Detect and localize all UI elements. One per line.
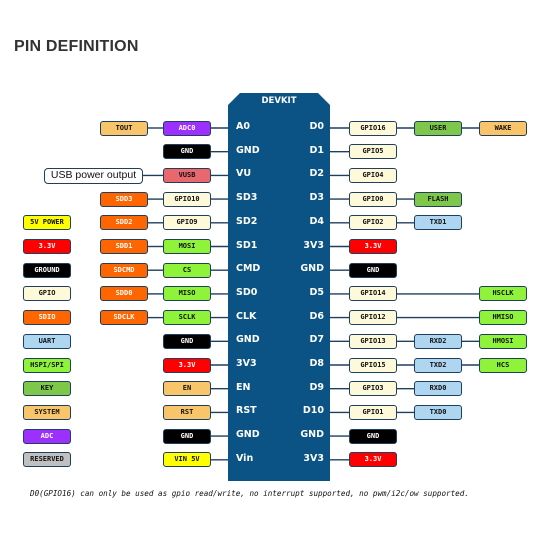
pin-label-right-d0: D0	[309, 121, 325, 132]
pin-function-txd2: TXD2	[414, 357, 462, 373]
pin-label-right-d7: D7	[309, 334, 325, 346]
pin-label-left-en: EN	[236, 381, 251, 393]
pin-label-left-clk: CLK	[236, 310, 257, 322]
pin-function-3-3v: 3.3V	[349, 452, 397, 468]
pin-label-left-gnd: GND	[236, 144, 260, 156]
pin-label-left-sd2: SD2	[236, 215, 258, 227]
pin-function-gpio14: GPIO14	[349, 286, 397, 302]
pin-function-vin-5v: VIN 5V	[163, 452, 211, 468]
pin-function-gpio0: GPIO0	[349, 191, 397, 207]
legend-5v-power: 5V POWER	[23, 215, 71, 231]
pin-label-right-d8: D8	[309, 358, 325, 369]
pin-function-gpio13: GPIO13	[349, 333, 397, 349]
legend-sdio: SDIO	[23, 310, 71, 326]
legend-3-3v: 3.3V	[23, 239, 71, 254]
pin-label-left-vu: VU	[236, 168, 252, 180]
pin-function-cs: CS	[163, 262, 211, 278]
pin-function-hcs: HCS	[479, 357, 527, 373]
legend-uart: UART	[23, 333, 71, 349]
pin-function-gnd: GND	[163, 144, 211, 160]
pin-function-sdd1: SDD1	[100, 239, 148, 254]
legend-adc: ADC	[23, 428, 71, 444]
pin-function-sdd0: SDD0	[100, 286, 148, 302]
pin-label-right-d6: D6	[309, 310, 325, 322]
pin-function-3-3v: 3.3V	[163, 357, 211, 373]
pin-function-gpio9: GPIO9	[163, 215, 211, 231]
pin-function-tout: TOUT	[100, 120, 148, 136]
pin-function-user: USER	[414, 120, 462, 136]
pin-function-txd1: TXD1	[414, 215, 462, 231]
pin-function-gpio1: GPIO1	[349, 404, 397, 420]
legend-gpio: GPIO	[23, 286, 71, 302]
pin-label-left-gnd: GND	[236, 429, 260, 441]
pin-label-left-sd1: SD1	[236, 239, 258, 251]
pin-label-right-gnd: GND	[300, 429, 324, 441]
pin-function-rxd0: RXD0	[414, 381, 462, 397]
pin-label-right-d4: D4	[309, 215, 325, 227]
pin-function-sclk: SCLK	[163, 310, 211, 326]
pin-function-sdd3: SDD3	[100, 191, 148, 207]
pin-function-sdd2: SDD2	[100, 215, 148, 231]
pin-label-right-d9: D9	[309, 381, 325, 393]
pin-label-left-cmd: CMD	[236, 263, 261, 275]
legend-ground: GROUND	[23, 262, 71, 278]
pin-label-right-gnd: GND	[300, 263, 324, 275]
pin-function-gnd: GND	[163, 333, 211, 349]
pin-function-hmosi: HMOSI	[479, 333, 527, 349]
pin-function-flash: FLASH	[414, 191, 462, 207]
pin-function-hsclk: HSCLK	[479, 286, 527, 302]
pin-function-gnd: GND	[349, 262, 397, 278]
pin-function-gpio15: GPIO15	[349, 357, 397, 373]
pin-function-gpio2: GPIO2	[349, 215, 397, 231]
board-label: DEVKIT	[261, 96, 297, 106]
pin-function-gnd: GND	[349, 428, 397, 444]
pin-label-right-3v3: 3V3	[303, 239, 324, 251]
pin-label-right-d1: D1	[309, 144, 325, 156]
pin-function-gpio4: GPIO4	[349, 167, 397, 183]
pin-function-gpio10: GPIO10	[163, 191, 211, 207]
pin-label-left-3v3: 3V3	[236, 358, 257, 369]
pin-label-right-d2: D2	[309, 168, 325, 180]
pin-function-sdclk: SDCLK	[100, 310, 148, 326]
pin-function-mosi: MOSI	[163, 239, 211, 254]
pin-function-en: EN	[163, 381, 211, 397]
pin-function-3-3v: 3.3V	[349, 239, 397, 254]
pin-function-hmiso: HMISO	[479, 310, 527, 326]
pin-function-rxd2: RXD2	[414, 333, 462, 349]
pin-function-txd0: TXD0	[414, 404, 462, 420]
pin-label-left-sd0: SD0	[236, 286, 258, 298]
legend-hspi-spi: HSPI/SPI	[23, 357, 71, 373]
pin-function-gpio3: GPIO3	[349, 381, 397, 397]
pin-label-left-vin: Vin	[236, 452, 254, 464]
pin-function-vusb: VUSB	[163, 167, 211, 183]
pin-label-left-gnd: GND	[236, 334, 260, 346]
pin-function-adc0: ADC0	[163, 120, 211, 136]
legend-system: SYSTEM	[23, 404, 71, 420]
pin-label-right-3v3: 3V3	[303, 452, 324, 464]
pin-function-miso: MISO	[163, 286, 211, 302]
usb-power-output-note: USB power output	[44, 168, 143, 184]
pin-label-left-sd3: SD3	[236, 192, 258, 204]
pin-function-gpio5: GPIO5	[349, 144, 397, 160]
pin-label-left-rst: RST	[236, 405, 257, 417]
pin-function-wake: WAKE	[479, 120, 527, 136]
legend-reserved: RESERVED	[23, 452, 71, 468]
pin-function-gnd: GND	[163, 428, 211, 444]
legend-key: KEY	[23, 381, 71, 397]
pin-function-sdcmd: SDCMD	[100, 262, 148, 278]
pin-function-gpio16: GPIO16	[349, 120, 397, 136]
pin-label-right-d10: D10	[302, 405, 324, 417]
pin-label-right-d5: D5	[309, 286, 325, 298]
pin-function-rst: RST	[163, 404, 211, 420]
pin-label-left-a0: A0	[236, 121, 250, 132]
pin-function-gpio12: GPIO12	[349, 310, 397, 326]
pin-label-right-d3: D3	[309, 192, 325, 204]
footnote: D0(GPIO16) can only be used as gpio read…	[30, 489, 469, 498]
